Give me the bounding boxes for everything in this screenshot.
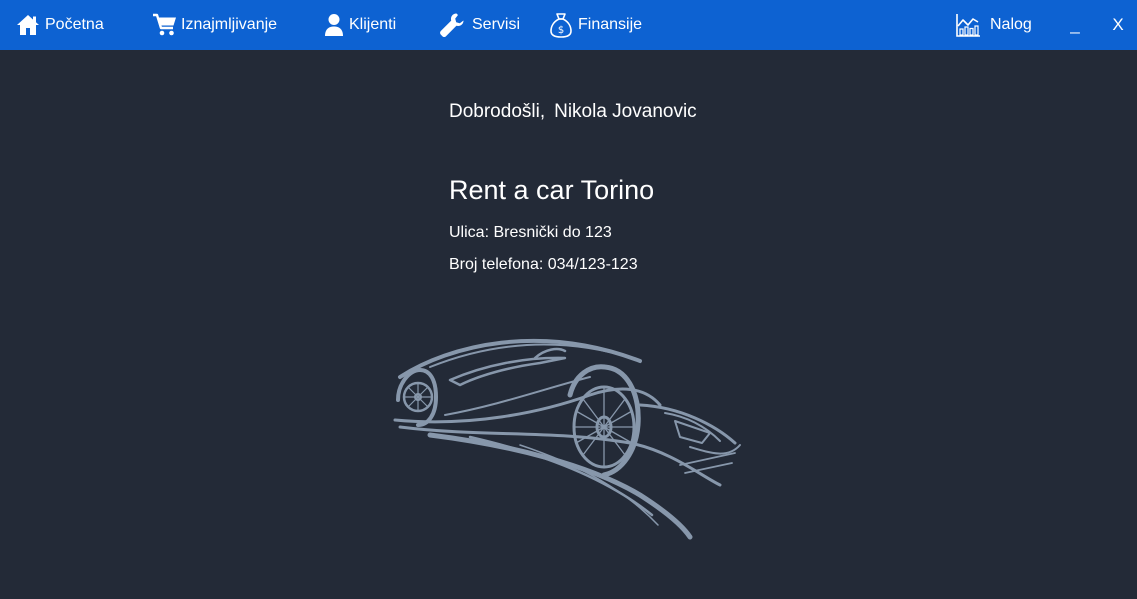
company-name: Rent a car Torino: [449, 175, 655, 205]
wrench-icon: [439, 12, 465, 38]
nav-item-finansije[interactable]: $ Finansije: [550, 0, 642, 50]
cart-icon: [152, 13, 178, 37]
company-phone: Broj telefona: 034/123-123: [449, 256, 638, 273]
user-icon: [324, 13, 344, 37]
welcome-label: Dobrodošli,: [449, 101, 546, 122]
svg-text:$: $: [558, 25, 564, 36]
nav-item-klijenti[interactable]: Klijenti: [324, 0, 396, 50]
money-bag-icon: $: [550, 12, 572, 38]
nav-item-label: Klijenti: [349, 16, 397, 33]
nav-item-label: Servisi: [472, 16, 521, 33]
nav-item-pocetna[interactable]: Početna: [16, 0, 104, 50]
company-address: Ulica: Bresnički do 123: [449, 224, 612, 241]
nav-item-label: Finansije: [578, 16, 643, 33]
user-name: Nikola Jovanovic: [554, 101, 697, 122]
nav-item-label: Početna: [45, 16, 104, 33]
nav-item-nalog[interactable]: Nalog: [955, 0, 1032, 50]
nav-item-label: Nalog: [990, 16, 1032, 33]
top-navigation-bar: Početna Iznajmljivanje Klijenti Servisi …: [0, 0, 1137, 50]
nav-item-servisi[interactable]: Servisi: [439, 0, 520, 50]
nav-item-label: Iznajmljivanje: [181, 16, 278, 33]
chart-icon: [955, 12, 981, 38]
close-button[interactable]: X: [1107, 0, 1129, 50]
welcome-line: Dobrodošli, Nikola Jovanovic: [449, 101, 697, 123]
home-icon: [16, 13, 40, 37]
minimize-button[interactable]: _: [1064, 0, 1086, 50]
car-logo-icon: [393, 338, 741, 540]
nav-item-iznajmljivanje[interactable]: Iznajmljivanje: [152, 0, 277, 50]
